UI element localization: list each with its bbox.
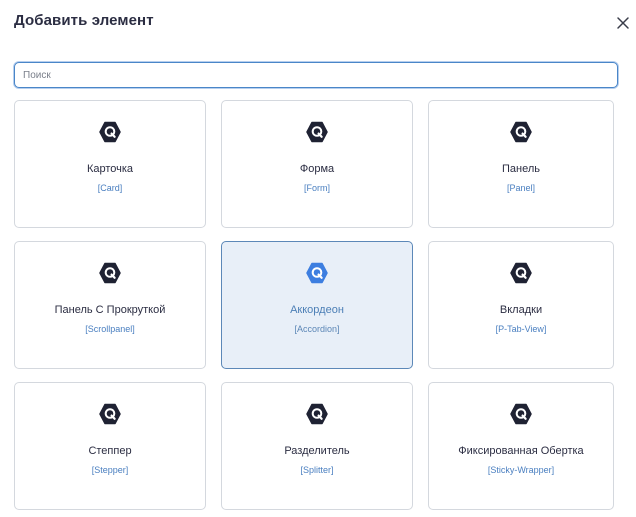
hexagon-q-icon	[306, 262, 328, 284]
element-card-panel[interactable]: Панель [Panel]	[428, 100, 614, 228]
card-name: Степпер	[88, 445, 132, 457]
card-tag: [Form]	[304, 183, 330, 193]
element-card-stepper[interactable]: Степпер [Stepper]	[14, 382, 206, 510]
card-name: Панель	[501, 163, 540, 175]
hexagon-q-icon	[99, 403, 121, 425]
hexagon-q-icon	[510, 262, 532, 284]
close-icon[interactable]	[615, 15, 631, 31]
add-element-dialog: Добавить элемент Карточка [Card] Форма […	[0, 0, 636, 517]
element-card-accordion[interactable]: Аккордеон [Accordion]	[221, 241, 413, 369]
hexagon-q-icon	[99, 262, 121, 284]
element-card-form[interactable]: Форма [Form]	[221, 100, 413, 228]
search-input[interactable]	[14, 62, 618, 88]
card-name: Разделитель	[284, 445, 350, 457]
card-tag: [Card]	[97, 183, 123, 193]
card-name: Фиксированная Обертка	[458, 445, 584, 457]
hexagon-q-icon	[99, 121, 121, 143]
card-tag: [Sticky-Wrapper]	[487, 465, 555, 475]
dialog-title: Добавить элемент	[14, 12, 154, 29]
card-tag: [Scrollpanel]	[85, 324, 135, 334]
card-tag: [Splitter]	[300, 465, 334, 475]
card-name: Аккордеон	[290, 304, 344, 316]
card-name: Вкладки	[499, 304, 543, 316]
card-tag: [Accordion]	[294, 324, 340, 334]
element-card-card[interactable]: Карточка [Card]	[14, 100, 206, 228]
hexagon-q-icon	[510, 403, 532, 425]
card-tag: [P-Tab-View]	[495, 324, 547, 334]
element-card-sticky-wrapper[interactable]: Фиксированная Обертка [Sticky-Wrapper]	[428, 382, 614, 510]
element-card-tab-view[interactable]: Вкладки [P-Tab-View]	[428, 241, 614, 369]
element-card-splitter[interactable]: Разделитель [Splitter]	[221, 382, 413, 510]
element-card-scrollpanel[interactable]: Панель С Прокруткой [Scrollpanel]	[14, 241, 206, 369]
card-name: Панель С Прокруткой	[54, 304, 166, 316]
element-grid: Карточка [Card] Форма [Form] Панель [Pan…	[14, 100, 614, 510]
hexagon-q-icon	[306, 403, 328, 425]
card-tag: [Panel]	[506, 183, 536, 193]
card-name: Карточка	[86, 163, 134, 175]
hexagon-q-icon	[306, 121, 328, 143]
hexagon-q-icon	[510, 121, 532, 143]
card-name: Форма	[299, 163, 335, 175]
card-tag: [Stepper]	[91, 465, 129, 475]
